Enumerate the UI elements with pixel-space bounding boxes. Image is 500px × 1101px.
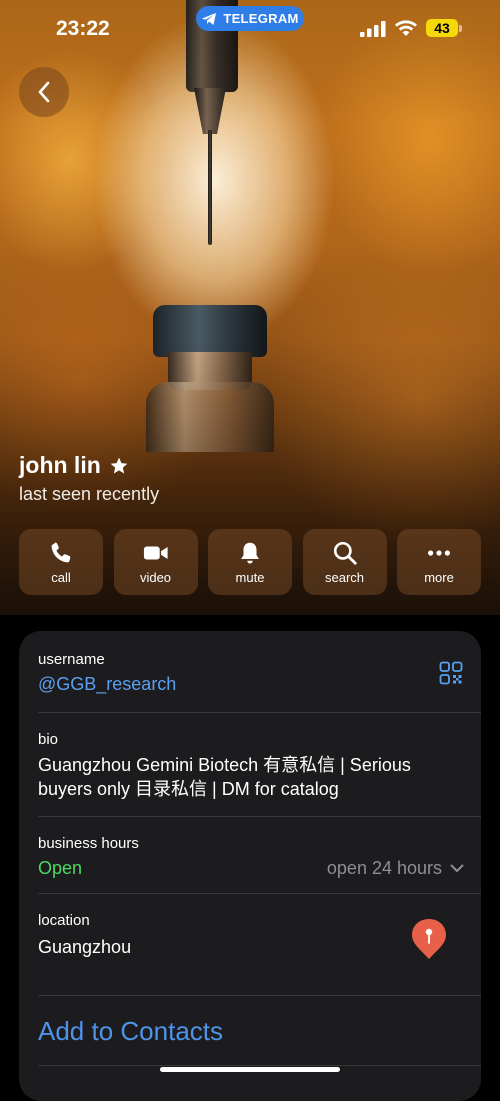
telegram-pill-label: TELEGRAM xyxy=(223,11,299,26)
home-indicator[interactable] xyxy=(160,1067,340,1072)
call-label: call xyxy=(51,569,71,585)
call-button[interactable]: call xyxy=(19,529,103,595)
add-to-contacts-button[interactable]: Add to Contacts xyxy=(38,1016,223,1047)
action-bar: call video mute search more xyxy=(19,529,481,595)
business-hours-label: business hours xyxy=(38,835,139,852)
status-time: 23:22 xyxy=(56,17,110,40)
chevron-down-icon xyxy=(450,864,464,872)
more-button[interactable]: more xyxy=(397,529,481,595)
battery-indicator: 43 xyxy=(426,19,458,37)
mute-label: mute xyxy=(235,569,265,585)
video-button[interactable]: video xyxy=(113,529,198,595)
last-seen-status: last seen recently xyxy=(19,484,160,504)
profile-name-text: john lin xyxy=(19,452,101,478)
bio-label: bio xyxy=(38,731,59,748)
location-label: location xyxy=(38,912,90,929)
chevron-left-icon xyxy=(38,81,50,103)
cellular-signal-icon xyxy=(360,21,386,37)
info-card: username @GGB_research bio Guangzhou Gem… xyxy=(19,631,481,1101)
username-value[interactable]: @GGB_research xyxy=(38,674,176,695)
mute-button[interactable]: mute xyxy=(208,529,292,595)
telegram-plane-icon xyxy=(202,12,217,25)
username-label: username xyxy=(38,651,105,668)
divider xyxy=(38,712,481,713)
business-hours-status: Open xyxy=(38,858,83,878)
telegram-pill[interactable]: TELEGRAM xyxy=(196,6,304,31)
divider xyxy=(38,816,481,817)
wifi-icon xyxy=(395,20,417,36)
business-hours-detail: open 24 hours xyxy=(326,858,442,878)
profile-name: john lin xyxy=(19,452,129,479)
star-icon[interactable] xyxy=(109,456,129,476)
location-value[interactable]: Guangzhou xyxy=(38,937,131,958)
search-button[interactable]: search xyxy=(302,529,387,595)
video-label: video xyxy=(139,569,172,585)
back-button[interactable] xyxy=(19,67,69,117)
bell-icon xyxy=(241,542,259,564)
video-camera-icon xyxy=(143,546,168,559)
search-label: search xyxy=(324,569,365,585)
divider xyxy=(38,893,481,894)
photo-shade xyxy=(0,0,500,615)
search-icon xyxy=(333,541,357,565)
phone-icon xyxy=(51,542,71,562)
bio-text: Guangzhou Gemini Biotech 有意私信 | Serious … xyxy=(38,755,411,799)
map-pin-icon[interactable] xyxy=(409,917,449,961)
qr-code-icon[interactable] xyxy=(439,661,463,685)
more-label: more xyxy=(424,569,454,585)
battery-nub xyxy=(459,25,462,32)
business-hours-toggle[interactable]: open 24 hours xyxy=(327,858,464,879)
divider xyxy=(38,995,481,996)
ellipsis-icon xyxy=(428,549,450,556)
profile-photo[interactable] xyxy=(0,0,500,615)
divider xyxy=(38,1065,481,1066)
